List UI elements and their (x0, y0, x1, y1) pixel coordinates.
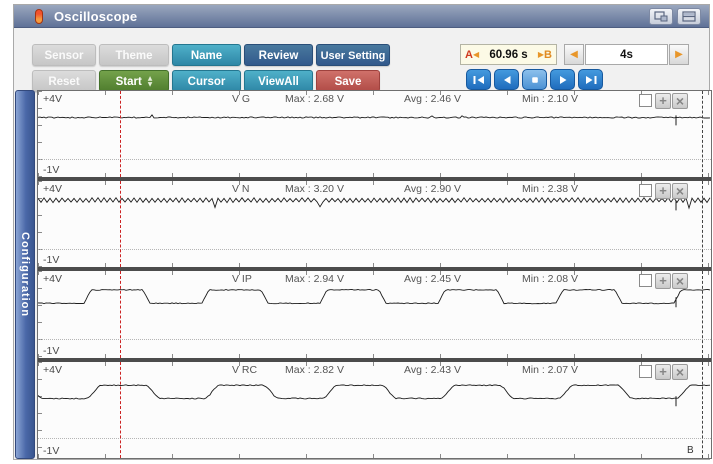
skip-end-icon (584, 73, 598, 87)
play-icon (556, 73, 570, 87)
cursor-a-line[interactable] (120, 91, 121, 177)
save-button[interactable]: Save (316, 70, 380, 92)
user-setting-button[interactable]: User Setting (316, 44, 390, 66)
stop-button[interactable] (522, 69, 547, 90)
channel-name: V N (232, 183, 250, 195)
ab-range-readout: A◀ 60.96 s ▶B (460, 44, 557, 65)
channel-min-readout: Min : 2.07 V (522, 364, 578, 376)
cursor-a-line[interactable] (120, 271, 121, 357)
cascade-windows-button[interactable] (649, 8, 673, 25)
start-button-label: Start (116, 76, 142, 88)
waveform-trace (38, 271, 711, 357)
channel-min-readout: Min : 2.10 V (522, 93, 578, 105)
skip-to-end-button[interactable] (578, 69, 603, 90)
scope-display: +4V -1V V G Max : 2.68 V Avg : 2.46 V Mi… (37, 90, 712, 459)
channel-min-readout: Min : 2.08 V (522, 273, 578, 285)
theme-button[interactable]: Theme (99, 44, 169, 66)
oscilloscope-app: Oscilloscope Sensor Theme Name Revi (0, 0, 713, 464)
skip-to-start-button[interactable] (466, 69, 491, 90)
configuration-tab[interactable]: Configuration (15, 90, 35, 459)
waveform-trace (38, 181, 711, 267)
right-arrow-icon: ▶ (675, 49, 683, 60)
channel-expand-button[interactable]: + (655, 273, 671, 289)
cursor-a-label: A (465, 49, 473, 61)
cursor-b-line[interactable] (702, 181, 703, 267)
channel-avg-readout: Avg : 2.45 V (404, 273, 461, 285)
channel-avg-readout: Avg : 2.46 V (404, 93, 461, 105)
y-max-label: +4V (43, 273, 62, 285)
cursor-b-line[interactable] (702, 91, 703, 177)
step-back-icon (500, 73, 514, 87)
channel-close-button[interactable]: × (672, 183, 688, 199)
cursor-a-line[interactable] (120, 362, 121, 459)
channel-select-checkbox[interactable] (639, 274, 652, 287)
channel-close-button[interactable]: × (672, 93, 688, 109)
channel-panel-vg: +4V -1V V G Max : 2.68 V Avg : 2.46 V Mi… (38, 91, 711, 177)
x-axis-ticks (38, 454, 711, 458)
channel-expand-button[interactable]: + (655, 183, 671, 199)
start-button[interactable]: Start ▲▼ (99, 70, 169, 92)
channel-panel-vip: +4V -1V V IP Max : 2.94 V Avg : 2.45 V M… (38, 267, 711, 357)
ab-range-value: 60.96 s (479, 49, 538, 61)
channel-close-button[interactable]: × (672, 273, 688, 289)
cursor-b-line[interactable] (702, 271, 703, 357)
stop-icon (528, 73, 542, 87)
skip-start-icon (472, 73, 486, 87)
left-arrow-icon: ◀ (570, 49, 578, 60)
cascade-windows-icon (654, 11, 669, 23)
sensor-button[interactable]: Sensor (32, 44, 96, 66)
time-window-decrease-button[interactable]: ◀ (564, 44, 584, 65)
cursor-button[interactable]: Cursor (172, 70, 241, 92)
channel-panel-vrc: +4V -1V V RC Max : 2.82 V Avg : 2.43 V M… (38, 358, 711, 459)
configuration-tab-label: Configuration (19, 232, 31, 317)
channel-min-readout: Min : 2.38 V (522, 183, 578, 195)
waveform-trace (38, 362, 711, 459)
y-max-label: +4V (43, 183, 62, 195)
viewall-button[interactable]: ViewAll (244, 70, 313, 92)
channel-select-checkbox[interactable] (639, 94, 652, 107)
y-max-label: +4V (43, 364, 62, 376)
channel-max-readout: Max : 2.68 V (285, 93, 344, 105)
y-max-label: +4V (43, 93, 62, 105)
start-spinner-icon[interactable]: ▲▼ (148, 76, 153, 88)
channel-max-readout: Max : 2.94 V (285, 273, 344, 285)
reset-button[interactable]: Reset (32, 70, 96, 92)
channel-avg-readout: Avg : 2.90 V (404, 183, 461, 195)
time-window-increase-button[interactable]: ▶ (669, 44, 689, 65)
name-button[interactable]: Name (172, 44, 241, 66)
window-title: Oscilloscope (54, 9, 137, 24)
app-icon (35, 9, 43, 24)
cursor-b-label-btn: B (544, 49, 552, 61)
step-back-button[interactable] (494, 69, 519, 90)
channel-max-readout: Max : 3.20 V (285, 183, 344, 195)
tile-windows-icon (682, 11, 697, 23)
channel-select-checkbox[interactable] (639, 365, 652, 378)
cursor-a-line[interactable] (120, 181, 121, 267)
waveform-trace (38, 91, 711, 177)
channel-close-button[interactable]: × (672, 364, 688, 380)
review-button[interactable]: Review (244, 44, 313, 66)
channel-expand-button[interactable]: + (655, 93, 671, 109)
tile-windows-button[interactable] (677, 8, 701, 25)
channel-avg-readout: Avg : 2.43 V (404, 364, 461, 376)
app-window: Oscilloscope Sensor Theme Name Revi (13, 4, 710, 460)
title-bar: Oscilloscope (14, 5, 709, 28)
channel-name: V G (232, 93, 250, 105)
channel-select-checkbox[interactable] (639, 184, 652, 197)
channel-name: V RC (232, 364, 257, 376)
time-window-value: 4s (585, 44, 668, 65)
channel-name: V IP (232, 273, 252, 285)
play-button[interactable] (550, 69, 575, 90)
channel-max-readout: Max : 2.82 V (285, 364, 344, 376)
cursor-b-line[interactable] (702, 362, 703, 459)
channel-panel-vn: +4V -1V V N Max : 3.20 V Avg : 2.90 V Mi… (38, 177, 711, 267)
channel-expand-button[interactable]: + (655, 364, 671, 380)
